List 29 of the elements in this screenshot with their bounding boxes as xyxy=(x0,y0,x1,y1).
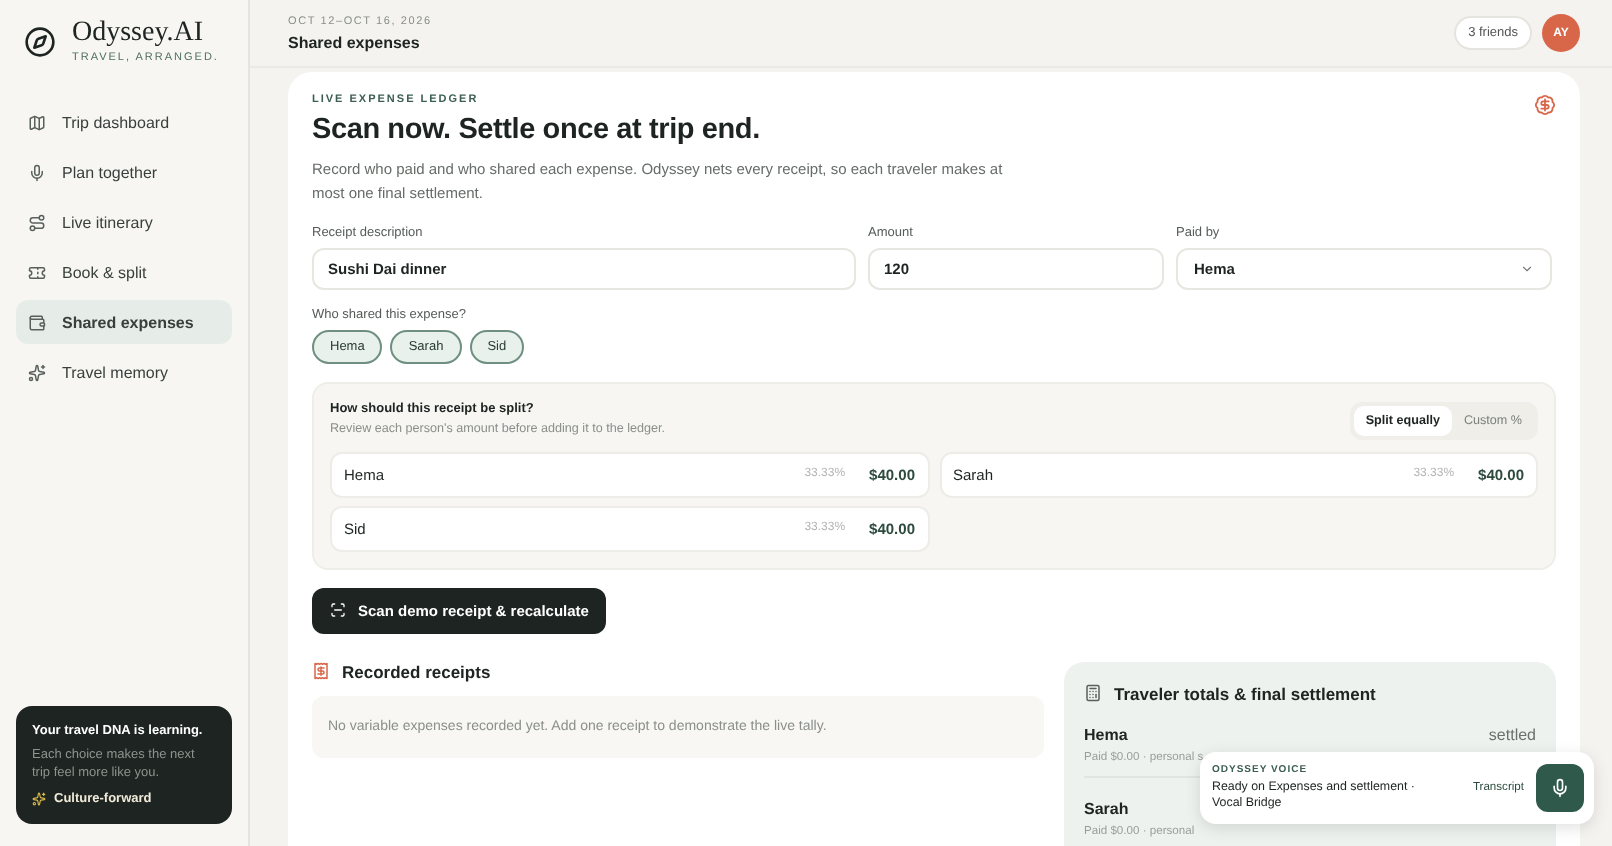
page-title: Shared expenses xyxy=(288,33,422,51)
brand-name: Odyssey.AI xyxy=(72,20,206,48)
chevron-icon xyxy=(1520,261,1534,276)
sidebar-item[interactable]: Live itinerary xyxy=(16,200,232,244)
settlement-status: settled xyxy=(1488,725,1536,744)
nav-icon xyxy=(28,163,46,181)
sidebar-item[interactable]: Shared expenses xyxy=(16,300,232,344)
nav-icon xyxy=(28,213,46,231)
microphone-icon xyxy=(1550,778,1570,798)
sidebar-item[interactable]: Plan together xyxy=(16,150,232,194)
section-heading: Recorded receipts xyxy=(342,661,491,682)
nav-icon xyxy=(28,363,46,381)
sidebar-item[interactable]: Trip dashboard xyxy=(16,100,232,144)
scan-icon xyxy=(330,602,346,619)
traveler-name: Hema xyxy=(1084,725,1128,744)
compass-logo-icon xyxy=(24,26,56,58)
receipt-icon xyxy=(312,662,330,681)
nav-icon xyxy=(28,263,46,281)
section-title: Scan now. Settle once at trip end. xyxy=(312,114,760,146)
sparkles-icon xyxy=(32,792,46,806)
section-heading: Traveler totals & final settlement xyxy=(1114,683,1376,704)
microphone-button[interactable] xyxy=(1536,764,1584,812)
sidebar-item[interactable]: Book & split xyxy=(16,250,232,294)
sidebar-item[interactable]: Travel memory xyxy=(16,350,232,394)
calculator-icon xyxy=(1084,684,1102,703)
nav-icon xyxy=(28,113,46,131)
nav-icon xyxy=(28,313,46,331)
dollar-icon xyxy=(1534,94,1556,116)
traveler-name: Sarah xyxy=(1084,799,1129,818)
